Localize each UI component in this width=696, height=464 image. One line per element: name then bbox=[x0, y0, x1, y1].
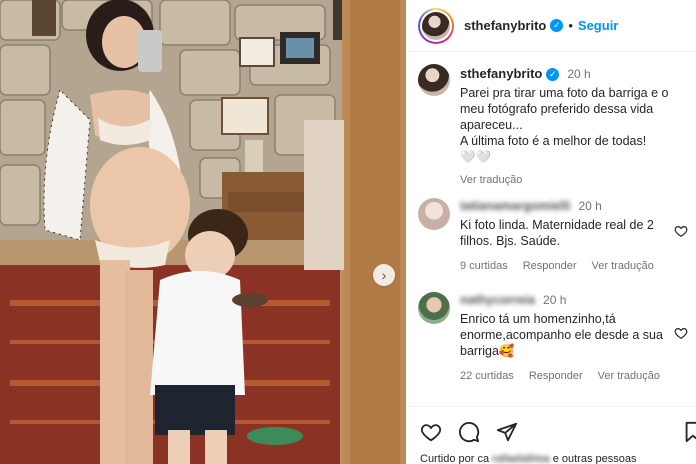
avatar-image bbox=[422, 11, 450, 40]
caption-timestamp[interactable]: 20 h bbox=[567, 66, 590, 82]
verified-badge-icon: ✓ bbox=[550, 19, 564, 32]
comment-timestamp[interactable]: 20 h bbox=[578, 198, 601, 214]
liked-prefix: Curtido por ca bbox=[420, 453, 490, 464]
comment-text: Enrico tá um homenzinho,tá enorme,acompa… bbox=[460, 312, 663, 358]
comment-timestamp[interactable]: 20 h bbox=[543, 292, 566, 308]
bookmark-icon[interactable] bbox=[682, 421, 696, 443]
reply-button[interactable]: Responder bbox=[523, 258, 577, 274]
comment-icon[interactable] bbox=[458, 421, 480, 443]
caption-username[interactable]: sthefanybrito bbox=[460, 66, 542, 82]
profile-avatar[interactable] bbox=[418, 7, 454, 44]
post-photo: › bbox=[0, 0, 406, 464]
follow-button[interactable]: Seguir bbox=[578, 18, 618, 33]
next-photo-button[interactable]: › bbox=[373, 264, 395, 286]
comment-text: Ki foto linda. Maternidade real de 2 fil… bbox=[460, 218, 654, 248]
caption-text: Parei pra tirar uma foto da barriga e o … bbox=[460, 86, 669, 164]
heart-icon[interactable] bbox=[674, 224, 688, 238]
verified-badge-icon: ✓ bbox=[546, 67, 560, 81]
header-username[interactable]: sthefanybrito bbox=[464, 18, 546, 33]
comment-username[interactable]: tatianamargomielli bbox=[460, 198, 570, 214]
liked-by-text[interactable]: Curtido por ca rafaelalima e outras pess… bbox=[420, 453, 636, 464]
comment-avatar[interactable] bbox=[418, 198, 450, 230]
separator-dot: • bbox=[568, 18, 573, 33]
share-icon[interactable] bbox=[496, 421, 518, 443]
mirror-selfie-photo bbox=[0, 0, 406, 464]
see-translation-link[interactable]: Ver tradução bbox=[460, 172, 688, 188]
comment-item: nathycorreia 20 h Enrico tá um homenzinh… bbox=[418, 292, 694, 384]
see-translation-link[interactable]: Ver tradução bbox=[592, 258, 654, 274]
comment-likes-count[interactable]: 22 curtidas bbox=[460, 368, 514, 384]
caption-avatar[interactable] bbox=[418, 64, 450, 96]
comment-avatar[interactable] bbox=[418, 292, 450, 324]
heart-icon[interactable] bbox=[674, 326, 688, 340]
comment-item: tatianamargomielli 20 h Ki foto linda. M… bbox=[418, 198, 694, 274]
post-caption: sthefanybrito ✓ 20 h Parei pra tirar uma… bbox=[418, 64, 688, 188]
chevron-right-icon: › bbox=[381, 267, 387, 283]
reply-button[interactable]: Responder bbox=[529, 368, 583, 384]
comment-likes-count[interactable]: 9 curtidas bbox=[460, 258, 508, 274]
post-actions-bar: Curtido por ca rafaelalima e outras pess… bbox=[406, 406, 696, 464]
heart-icon[interactable] bbox=[420, 421, 442, 443]
post-header: sthefanybrito ✓ • Seguir bbox=[406, 0, 696, 52]
post-side-panel: sthefanybrito ✓ • Seguir sthefanybrito ✓… bbox=[406, 0, 696, 464]
comment-username[interactable]: nathycorreia bbox=[460, 292, 535, 308]
liked-suffix: e outras pessoas bbox=[552, 453, 637, 464]
liked-blurred-username[interactable]: rafaelalima bbox=[492, 453, 549, 464]
see-translation-link[interactable]: Ver tradução bbox=[598, 368, 660, 384]
